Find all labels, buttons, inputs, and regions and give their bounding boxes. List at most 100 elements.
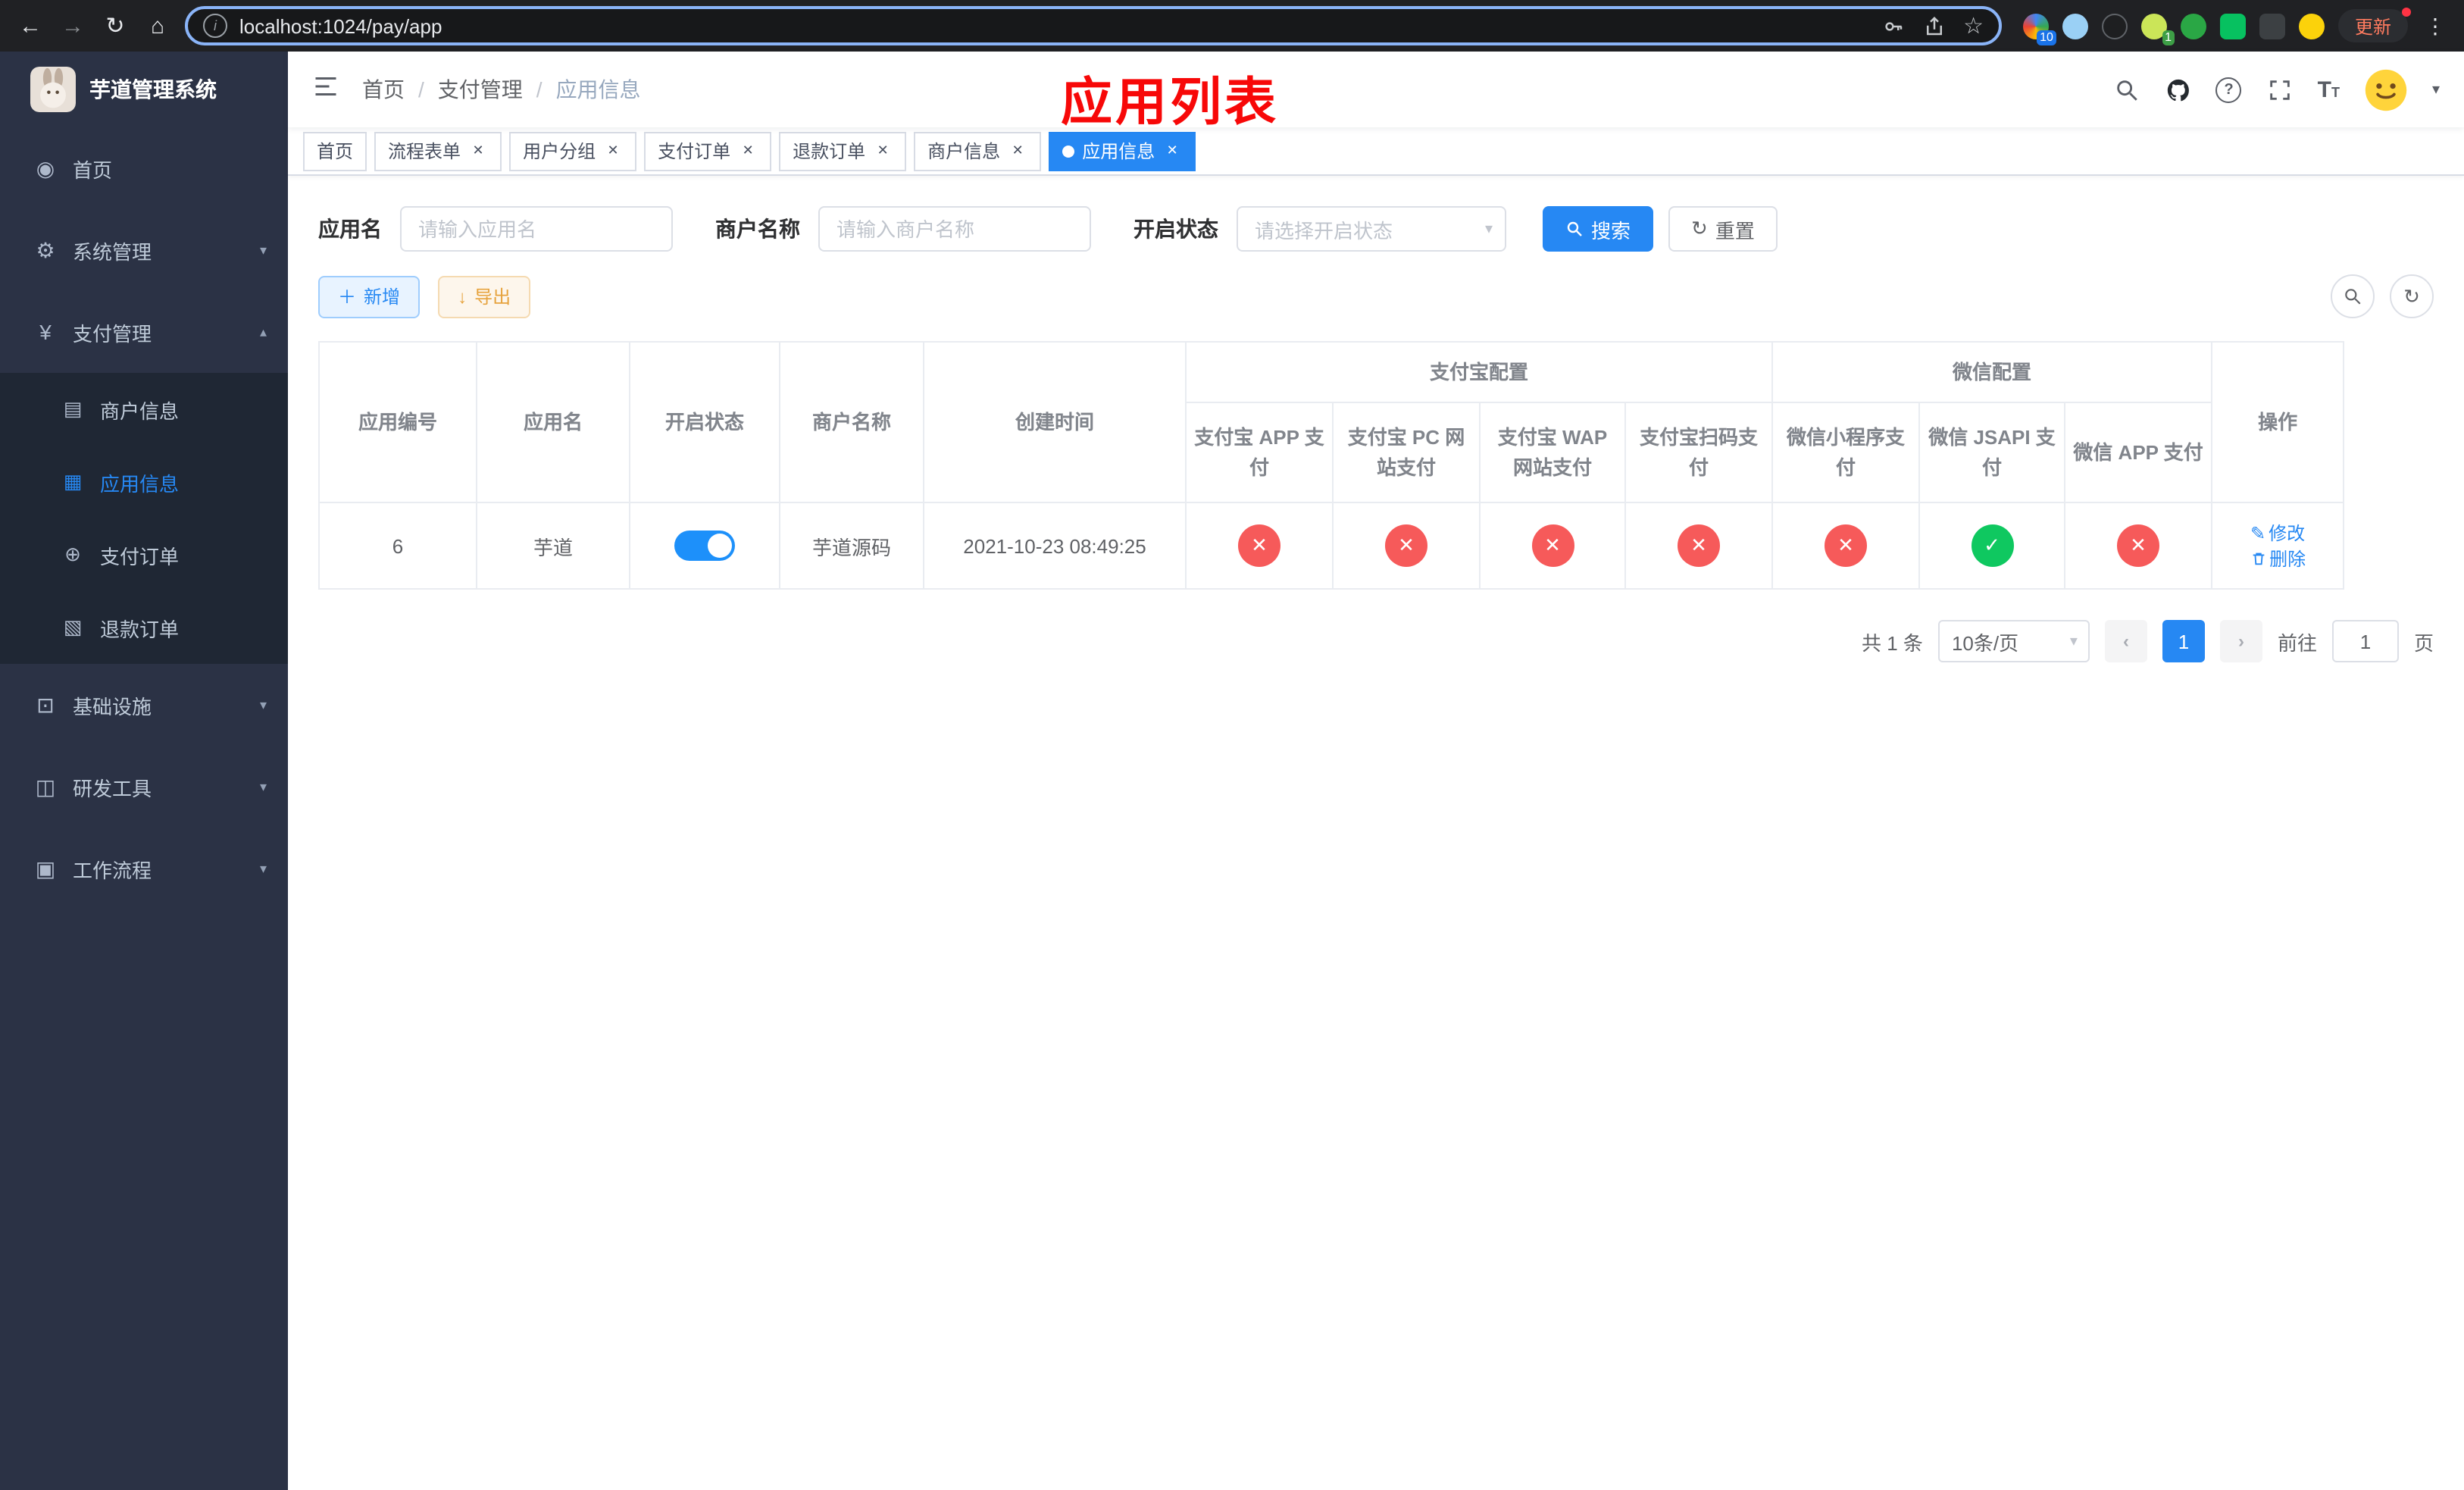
sidebar-item-system[interactable]: ⚙ 系统管理 ▾ [0,209,288,291]
page: ← → ↻ ⌂ i localhost:1024/pay/app ☆ 10 1 … [0,0,2464,1490]
sidebar-item-workflow[interactable]: ▣ 工作流程 ▾ [0,828,288,909]
extension-icon-blue[interactable] [2062,13,2088,39]
status-select[interactable]: 请选择开启状态 ▾ [1237,206,1506,252]
chevron-down-icon: ▾ [2069,633,2078,650]
search-icon [2345,289,2361,305]
browser-update-button[interactable]: 更新 [2337,8,2412,42]
merchant-name-input[interactable] [818,206,1091,252]
cell-status [629,502,780,590]
page-number[interactable]: 1 [2162,620,2205,662]
tab-pay-orders[interactable]: 支付订单 [644,131,772,171]
filter-form: 应用名 商户名称 开启状态 请选择开启状态 ▾ 搜索 ↻ 重置 [318,206,2434,252]
breadcrumb: 首页 支付管理 应用信息 [362,74,641,105]
alipay-pc-status-icon: ✕ [1385,524,1427,567]
app-logo [30,67,76,112]
grid-icon: ▦ [63,470,83,493]
document-icon: ▧ [63,615,83,638]
col-app-no: 应用编号 [318,341,477,503]
help-icon[interactable]: ? [2215,77,2242,102]
chevron-up-icon: ▴ [259,324,267,339]
browser-menu-icon[interactable]: ⋮ [2422,13,2449,39]
goto-page-input[interactable] [2331,620,2399,662]
search-button[interactable]: 搜索 [1543,206,1654,252]
toggle-search-button[interactable] [2331,274,2375,318]
user-avatar[interactable] [2364,67,2408,111]
hamburger-icon[interactable] [312,72,339,107]
forward-icon[interactable]: → [58,11,88,41]
tab-user-group[interactable]: 用户分组 [509,131,637,171]
alipay-app-status-icon: ✕ [1238,524,1280,567]
bookmark-star-icon[interactable]: ☆ [1963,14,1984,37]
extension-icon-lime[interactable]: 1 [2140,13,2175,45]
extension-icon-green[interactable] [2180,13,2206,39]
main-content: 应用名 商户名称 开启状态 请选择开启状态 ▾ 搜索 ↻ 重置 [288,176,2464,1490]
page-unit-label: 页 [2413,631,2434,654]
close-tab-icon[interactable] [1162,141,1182,161]
app-logo-row[interactable]: 芋道管理系统 [0,52,288,127]
next-page-button[interactable]: › [2219,620,2262,662]
page-size-select[interactable]: 10条/页 ▾ [1937,620,2090,662]
breadcrumb-current: 应用信息 [523,74,641,105]
extension-icon-dark[interactable] [2101,13,2128,39]
close-tab-icon[interactable] [873,141,893,161]
delete-link[interactable]: 删除 [2250,546,2306,571]
reload-icon[interactable]: ↻ [100,11,130,41]
close-tab-icon[interactable] [738,141,758,161]
sidebar-item-app-info[interactable]: ▦ 应用信息 [0,446,288,518]
url-bar[interactable]: i localhost:1024/pay/app ☆ [185,6,2002,45]
cell-created: 2021-10-23 08:49:25 [923,502,1187,590]
share-icon[interactable] [1922,14,1945,37]
trash-icon [2252,552,2264,565]
app-title: 芋道管理系统 [89,77,217,102]
prev-page-button[interactable]: ‹ [2104,620,2147,662]
table-row: 6 芋道 芋道源码 2021-10-23 08:49:25 ✕ ✕ ✕ ✕ ✕ … [318,502,2345,590]
sidebar-item-devtools[interactable]: ◫ 研发工具 ▾ [0,746,288,828]
alipay-qr-status-icon: ✕ [1678,524,1720,567]
export-button[interactable]: ↓ 导出 [438,275,531,318]
extensions-icon[interactable]: 10 [2022,13,2056,45]
card-icon: ▤ [63,397,83,420]
sidebar-item-pay-orders[interactable]: ⊕ 支付订单 [0,518,288,591]
sidebar-item-home[interactable]: ◉ 首页 [0,127,288,209]
total-count: 共 1 条 [1862,631,1923,654]
key-icon[interactable] [1881,14,1904,37]
search-icon[interactable] [2113,76,2140,103]
font-size-icon[interactable]: TT [2318,77,2340,102]
sidebar-item-refund-orders[interactable]: ▧ 退款订单 [0,591,288,664]
pencil-icon: ✎ [2250,522,2266,543]
refresh-table-button[interactable]: ↻ [2390,274,2434,318]
site-info-icon[interactable]: i [203,14,227,38]
avatar-caret-icon[interactable]: ▾ [2432,81,2440,98]
edit-link[interactable]: ✎ 修改 [2250,520,2305,546]
breadcrumb-payment[interactable]: 支付管理 [405,74,523,105]
sidebar-item-merchant-info[interactable]: ▤ 商户信息 [0,373,288,446]
extension-icon-darksq[interactable] [2259,13,2285,39]
extension-icon-face[interactable] [2298,13,2325,39]
back-icon[interactable]: ← [15,11,45,41]
table-toolbar: ＋ 新增 ↓ 导出 ↻ [318,274,2434,318]
reset-button[interactable]: ↻ 重置 [1668,206,1778,252]
yen-icon: ¥ [39,320,52,344]
extension-icon-wechat[interactable] [2219,13,2246,39]
breadcrumb-home[interactable]: 首页 [362,74,405,105]
alipay-wap-status-icon: ✕ [1531,524,1574,567]
close-tab-icon[interactable] [1008,141,1027,161]
add-button[interactable]: ＋ 新增 [318,275,421,318]
col-merchant: 商户名称 [779,341,924,503]
close-tab-icon[interactable] [603,141,623,161]
status-switch[interactable] [674,531,735,561]
wx-mini-status-icon: ✕ [1825,524,1868,567]
github-icon[interactable] [2165,76,2192,103]
tab-home[interactable]: 首页 [303,131,367,171]
home-icon[interactable]: ⌂ [142,11,173,41]
tab-merchant-info[interactable]: 商户信息 [914,131,1042,171]
tab-process-form[interactable]: 流程表单 [374,131,502,171]
close-tab-icon[interactable] [468,141,488,161]
sidebar-item-payment[interactable]: ¥ 支付管理 ▴ [0,291,288,373]
tab-app-info[interactable]: 应用信息 [1049,131,1196,171]
sidebar-item-infra[interactable]: ⊡ 基础设施 ▾ [0,664,288,746]
app-name-input[interactable] [400,206,673,252]
fullscreen-icon[interactable] [2266,76,2294,103]
tab-refund-orders[interactable]: 退款订单 [779,131,907,171]
col-ops: 操作 [2211,341,2345,503]
